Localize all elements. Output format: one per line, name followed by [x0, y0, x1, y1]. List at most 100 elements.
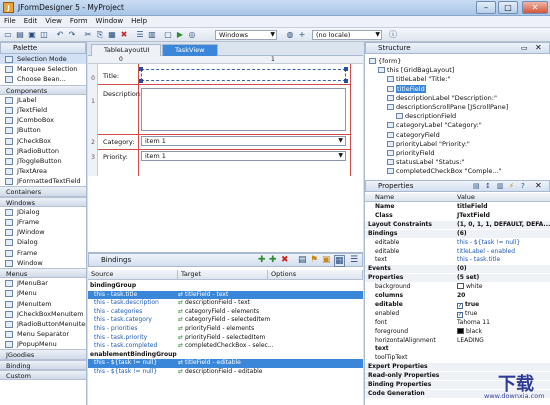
palette-item[interactable]: JMenuBar	[0, 278, 86, 288]
minimize-button[interactable]: –	[476, 1, 496, 14]
close-panel-icon[interactable]: ✕	[535, 181, 542, 190]
tab-taskview[interactable]: TaskView	[162, 44, 218, 56]
add-binding-group-icon[interactable]: ✚	[269, 255, 277, 265]
tree-node[interactable]: {form}	[369, 57, 401, 65]
binding-row[interactable]: this - categories ⇄ categoryField - eleme…	[88, 308, 363, 316]
tree-node[interactable]: priorityLabel "Priority:"	[387, 140, 470, 148]
priority-combo[interactable]: item 1 ▼	[141, 151, 346, 161]
property-row[interactable]: Layout Constraints (1, 0, 1, 1, DEFAULT, …	[365, 220, 550, 229]
property-row[interactable]: foreground black	[365, 327, 550, 336]
palette-item[interactable]: Frame	[0, 248, 86, 258]
palette-item[interactable]: JLabel	[0, 95, 86, 105]
events-icon[interactable]: ⚡	[509, 182, 514, 190]
tree-node[interactable]: titleField	[387, 84, 426, 93]
toggle-view-icon[interactable]: ▦	[334, 255, 345, 267]
property-row[interactable]: font Tahoma 11	[365, 319, 550, 327]
palette-item[interactable]: Menu Separator	[0, 329, 86, 339]
menu-edit[interactable]: Edit	[20, 16, 42, 25]
palette-item[interactable]: JRadioButtonMenuItem	[0, 319, 86, 329]
help-icon[interactable]: ?	[521, 182, 525, 190]
property-row[interactable]: Events (0)	[365, 265, 550, 274]
tree-node[interactable]: titleLabel "Title:"	[387, 75, 450, 83]
menu-file[interactable]: File	[0, 16, 20, 25]
cut-icon[interactable]: ✂	[83, 30, 93, 40]
palette-item[interactable]: JTextArea	[0, 166, 86, 176]
palette-item[interactable]: JCheckBoxMenuItem	[0, 309, 86, 319]
category-combo[interactable]: item 1 ▼	[141, 136, 346, 146]
palette-item[interactable]: Marquee Selection	[0, 64, 86, 74]
tree-node[interactable]: descriptionField	[396, 112, 456, 120]
palette-category[interactable]: JGoodies	[0, 349, 86, 360]
property-row[interactable]: editable this - ${task != null}	[365, 239, 550, 247]
tree-node[interactable]: priorityField	[387, 149, 434, 157]
tree-node[interactable]: descriptionLabel "Description:"	[387, 94, 497, 102]
palette-item[interactable]: JFormattedTextField	[0, 176, 86, 186]
tree-node[interactable]: categoryField	[387, 131, 440, 139]
tree-node[interactable]: completedCheckBox "Comple..."	[387, 167, 502, 175]
binding-row[interactable]: this - task.priority ⇄ priorityField - se…	[88, 334, 363, 342]
checkbox-icon[interactable]: ✓	[457, 302, 463, 309]
globe-icon[interactable]: ◍	[285, 30, 295, 40]
flag-icon[interactable]: ⚑	[310, 255, 318, 265]
tree-node[interactable]: statusLabel "Status:"	[387, 158, 464, 166]
categorized-icon[interactable]: ▤	[473, 182, 480, 190]
tree-node[interactable]: descriptionScrollPane [JScrollPane]	[387, 103, 508, 111]
binding-row[interactable]: this - ${task != null} ⇄ titleField - edi…	[88, 359, 363, 368]
property-row[interactable]: editable titleLabel - enabled	[365, 248, 550, 256]
tree-node[interactable]: this [GridBagLayout]	[378, 66, 454, 74]
close-panel-icon[interactable]: ✕	[535, 43, 542, 52]
delete-icon[interactable]: ✖	[119, 30, 129, 40]
new-icon[interactable]: ▭	[3, 30, 13, 40]
menu-icon[interactable]: ☰	[350, 255, 358, 265]
localize-icon[interactable]: ◎	[187, 30, 197, 40]
lock-icon[interactable]: ▣	[322, 255, 331, 265]
align-icon[interactable]: ☰	[135, 30, 145, 40]
binding-row[interactable]: this - task.title ⇄ titleField - text	[88, 290, 363, 299]
properties-icon[interactable]: ▤	[298, 255, 307, 265]
selection-handle[interactable]	[344, 79, 348, 83]
binding-group-row[interactable]: bindingGroup	[88, 282, 363, 290]
palette-item[interactable]: JPopupMenu	[0, 339, 86, 349]
palette-item[interactable]: JMenu	[0, 288, 86, 298]
locale-add-icon[interactable]: +	[297, 30, 307, 40]
close-button[interactable]: ✕	[522, 1, 548, 14]
palette-item[interactable]: JToggleButton	[0, 156, 86, 166]
palette-item[interactable]: Choose Bean...	[0, 74, 86, 84]
selection-handle[interactable]	[139, 67, 143, 71]
label-description[interactable]: Description:	[103, 90, 142, 98]
palette-item[interactable]: JTextField	[0, 105, 86, 115]
filter-icon[interactable]: ▥	[497, 182, 504, 190]
property-row[interactable]: text this - task.title	[365, 256, 550, 264]
menu-help[interactable]: Help	[127, 16, 151, 25]
palette-item[interactable]: JRadioButton	[0, 146, 86, 156]
col-target[interactable]: Target	[178, 270, 268, 280]
palette-item[interactable]: JComboBox	[0, 115, 86, 125]
binding-row[interactable]: this - task.completed ⇄ completedCheckBox…	[88, 342, 363, 350]
palette-item[interactable]: JDialog	[0, 207, 86, 217]
palette-item[interactable]: JCheckBox	[0, 136, 86, 146]
property-row[interactable]: background white	[365, 283, 550, 291]
info-icon[interactable]: ⓘ	[388, 30, 398, 40]
palette-category[interactable]: Containers	[0, 186, 86, 197]
palette-item[interactable]: JMenuItem	[0, 299, 86, 309]
palette-item[interactable]: JButton	[0, 125, 86, 135]
selection-handle[interactable]	[139, 79, 143, 83]
description-field[interactable]	[141, 88, 346, 131]
tree-node[interactable]: categoryLabel "Category:"	[387, 121, 482, 129]
locale-select[interactable]: (no locale) ▼	[312, 30, 382, 40]
copy-icon[interactable]: ⎘	[95, 30, 105, 40]
undo-icon[interactable]: ↶	[55, 30, 65, 40]
palette-item[interactable]: Dialog	[0, 237, 86, 247]
design-canvas[interactable]: 0 1 0 1 2 3 Title: Description: Category…	[88, 56, 363, 252]
menu-view[interactable]: View	[41, 16, 66, 25]
palette-category[interactable]: Windows	[0, 196, 86, 207]
palette-category[interactable]: Custom	[0, 369, 86, 380]
col-source[interactable]: Source	[88, 270, 178, 280]
palette-item[interactable]: JFrame	[0, 217, 86, 227]
add-binding-icon[interactable]: ✚	[258, 255, 266, 265]
minimize-panel-icon[interactable]: ▭	[521, 44, 528, 52]
property-row[interactable]: Class JTextField	[365, 212, 550, 220]
col-options[interactable]: Options	[268, 270, 363, 280]
selection-handle[interactable]	[344, 67, 348, 71]
property-row[interactable]: Properties (5 set)	[365, 274, 550, 283]
